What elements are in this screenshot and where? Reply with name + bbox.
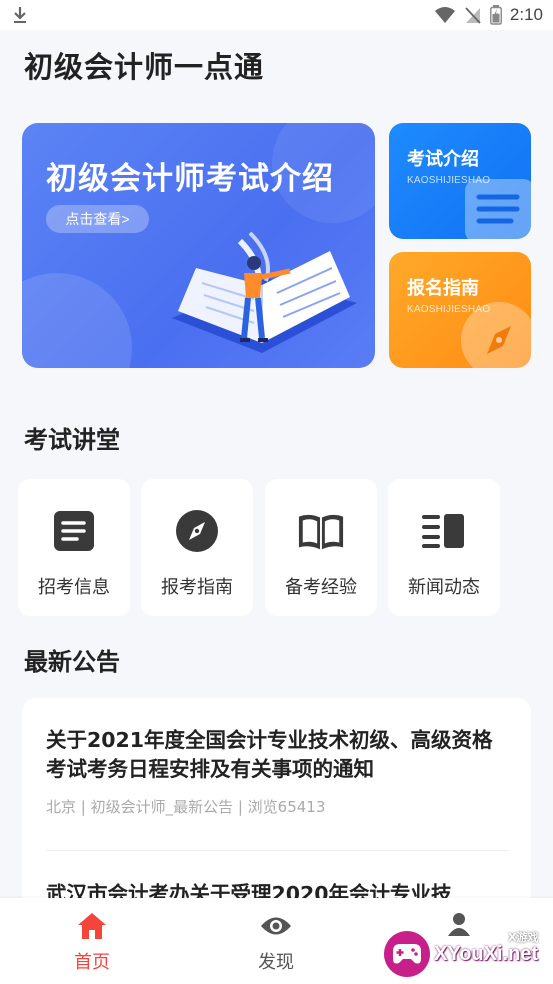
notice-meta: 北京 | 初级会计师_最新公告 | 浏览65413 bbox=[46, 798, 326, 816]
home-icon bbox=[78, 913, 106, 939]
document-lines-icon bbox=[465, 179, 531, 239]
status-bar: 2:10 bbox=[0, 0, 553, 30]
watermark-text: XYouXi.net bbox=[434, 943, 539, 965]
gamepad-logo-icon bbox=[384, 931, 430, 977]
notices-section-title: 最新公告 bbox=[24, 648, 120, 676]
category-news[interactable]: 新闻动态 bbox=[388, 479, 500, 616]
exam-intro-banner[interactable]: 初级会计师考试介绍 点击查看> bbox=[22, 123, 375, 368]
eye-icon bbox=[261, 917, 291, 935]
battery-icon bbox=[490, 5, 502, 25]
compass-icon bbox=[176, 510, 218, 552]
category-label: 报考指南 bbox=[161, 577, 233, 598]
view-details-button[interactable]: 点击查看> bbox=[46, 205, 149, 233]
reading-book-illustration bbox=[172, 231, 357, 353]
compass-deco-icon bbox=[461, 302, 531, 368]
exam-intro-card[interactable]: 考试介绍 KAOSHIJIESHAO bbox=[389, 123, 531, 239]
category-recruitment-info[interactable]: 招考信息 bbox=[18, 479, 130, 616]
status-time: 2:10 bbox=[509, 5, 543, 24]
divider bbox=[46, 850, 509, 851]
open-book-icon bbox=[298, 514, 344, 550]
category-registration-guide[interactable]: 报考指南 bbox=[141, 479, 253, 616]
category-label: 备考经验 bbox=[285, 577, 357, 598]
news-icon bbox=[422, 514, 464, 548]
category-label: 招考信息 bbox=[38, 577, 110, 598]
no-signal-icon bbox=[465, 7, 481, 24]
notice-title: 关于2021年度全国会计专业技术初级、高级资格考试考务日程安排及有关事项的通知 bbox=[46, 728, 493, 781]
tab-label: 发现 bbox=[258, 952, 294, 973]
site-watermark: X游戏 XYouXi.net bbox=[380, 925, 550, 983]
banner-title: 初级会计师考试介绍 bbox=[46, 161, 334, 197]
category-prep-experience[interactable]: 备考经验 bbox=[265, 479, 377, 616]
download-icon bbox=[14, 7, 26, 23]
registration-guide-card[interactable]: 报名指南 KAOSHIJIESHAO bbox=[389, 252, 531, 368]
registration-guide-card-title: 报名指南 bbox=[407, 278, 479, 299]
wifi-icon bbox=[434, 7, 455, 23]
category-label: 新闻动态 bbox=[408, 577, 480, 598]
lecture-section-title: 考试讲堂 bbox=[24, 426, 120, 454]
page-title: 初级会计师一点通 bbox=[24, 50, 265, 84]
tab-discover[interactable]: 发现 bbox=[216, 898, 336, 984]
tab-home[interactable]: 首页 bbox=[32, 898, 152, 984]
tab-label: 首页 bbox=[74, 952, 110, 973]
document-icon bbox=[54, 511, 94, 551]
notice-list: 关于2021年度全国会计专业技术初级、高级资格考试考务日程安排及有关事项的通知 … bbox=[22, 698, 531, 908]
exam-intro-card-title: 考试介绍 bbox=[407, 149, 479, 170]
